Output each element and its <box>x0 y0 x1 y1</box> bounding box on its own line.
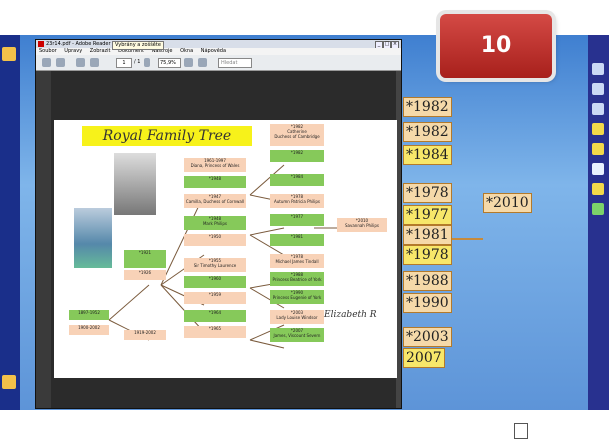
print-icon[interactable] <box>42 58 51 67</box>
node-andrew: *1960 <box>184 276 246 288</box>
adobe-reader-window: 23r14.pdf - Adobe Reader _ □ × Soubor Úp… <box>35 39 402 409</box>
year-label[interactable]: *1984 <box>403 145 452 165</box>
fit-page-icon[interactable] <box>184 58 193 67</box>
reader-toolbar: 1 / 1 75,9% Hledat <box>36 55 401 71</box>
find-input[interactable]: Hledat <box>218 58 252 68</box>
node-1921: *1921 <box>124 250 166 268</box>
node-william: *1982 <box>270 150 324 162</box>
left-toolbar <box>0 35 20 410</box>
menu-file[interactable]: Soubor <box>39 48 57 54</box>
year-label[interactable]: *1982 <box>403 97 452 117</box>
comment-icon[interactable] <box>198 58 207 67</box>
year-label[interactable]: *1981 <box>403 225 452 245</box>
year-label[interactable]: *2003 <box>403 327 452 347</box>
tool-icon[interactable] <box>592 83 604 95</box>
zoom-field[interactable]: 75,9% <box>158 58 181 68</box>
node-sarah: *1959 <box>184 292 246 304</box>
node-1900: 1900-2002 <box>69 325 109 335</box>
node-diana: 1961-1997 Diana, Princess of Wales <box>184 158 246 172</box>
node-timothy: *1955 Sir Timothy Laurence <box>184 258 246 272</box>
menu-view[interactable]: Zobrazit <box>90 48 111 54</box>
maximize-button[interactable]: □ <box>383 41 391 48</box>
node-louise: *2003 Lady Louise Windsor <box>270 310 324 324</box>
menu-bar: Soubor Úpravy Zobrazit Dokument Nástroje… <box>36 48 401 55</box>
tool-icon[interactable] <box>592 63 604 75</box>
year-label[interactable]: *1977 <box>403 205 452 225</box>
node-1952: 1897-1952 <box>69 310 109 320</box>
zoom-out-icon[interactable] <box>144 58 150 67</box>
node-peter: *1977 <box>270 214 324 226</box>
year-label[interactable]: *1982 <box>403 122 452 142</box>
page-total: / 1 <box>134 59 141 65</box>
node-camilla: *1947 Camilla, Duchess of Cornwall <box>184 194 246 208</box>
year-label[interactable]: *2010 <box>483 193 532 213</box>
pdf-page: Royal Family Tree 1897-1952 1900-2002 *1… <box>54 120 397 378</box>
node-anne: *1950 <box>184 234 246 246</box>
tool-icon[interactable] <box>592 203 604 215</box>
reader-sidebar <box>36 71 51 408</box>
node-1926: *1926 <box>124 270 166 280</box>
desktop-area: 23r14.pdf - Adobe Reader _ □ × Soubor Úp… <box>0 35 609 439</box>
slide-number: 10 <box>480 33 512 58</box>
node-charles: *1948 <box>184 176 246 188</box>
window-title: 23r14.pdf - Adobe Reader <box>46 41 111 47</box>
tool-icon[interactable] <box>592 103 604 115</box>
document-icon[interactable] <box>514 423 528 439</box>
menu-help[interactable]: Nápověda <box>201 48 226 54</box>
close-button[interactable]: × <box>391 41 399 48</box>
year-label[interactable]: *1988 <box>403 271 452 291</box>
node-mike: *1978 Michael James Tindall <box>270 254 324 268</box>
node-autumn: *1978 Autumn Patricia Philips <box>270 194 324 208</box>
node-harry: *1984 <box>270 174 324 186</box>
folder-icon[interactable] <box>2 375 16 389</box>
reader-titlebar: 23r14.pdf - Adobe Reader _ □ × <box>36 40 401 48</box>
page-prev-icon[interactable] <box>76 58 85 67</box>
year-label[interactable]: *1978 <box>403 245 452 265</box>
signature: Elizabeth R <box>324 310 377 320</box>
page-number-input[interactable]: 1 <box>116 58 132 68</box>
node-eugenie: *1990 Princess Eugenie of York <box>270 290 324 304</box>
pen-icon[interactable] <box>592 123 604 135</box>
node-prince-philip: 1919-2002 <box>124 330 166 340</box>
tree-title: Royal Family Tree <box>82 126 252 146</box>
menu-window[interactable]: Okna <box>180 48 193 54</box>
year-label[interactable]: 2007 <box>403 348 445 368</box>
tooltip: Vybrány a zoššěte <box>112 41 164 50</box>
eraser-icon[interactable] <box>592 183 604 195</box>
adobe-icon <box>38 41 44 47</box>
right-toolbar <box>588 35 609 410</box>
page-next-icon[interactable] <box>90 58 99 67</box>
share-icon[interactable] <box>56 58 65 67</box>
queen-portrait-old <box>74 208 112 268</box>
year-label[interactable]: *1978 <box>403 183 452 203</box>
slide-number-callout: 10 <box>440 14 552 78</box>
minimize-button[interactable]: _ <box>375 41 383 48</box>
highlighter-icon[interactable] <box>592 143 604 155</box>
node-sophie: *1965 <box>184 326 246 338</box>
queen-portrait-young <box>114 153 156 215</box>
node-savannah: *2010 Savannah Philips <box>337 218 387 232</box>
node-edward: *1964 <box>184 310 246 322</box>
year-label[interactable]: *1990 <box>403 293 452 313</box>
node-beatrice: *1988 Princess Beatrice of York <box>270 272 324 286</box>
menu-edit[interactable]: Úpravy <box>64 48 82 54</box>
node-james: *2007 James, Viscount Severn <box>270 328 324 342</box>
tool-icon[interactable] <box>592 163 604 175</box>
node-catherine: *1982 Catherine Duchess of Cambridge <box>270 124 324 146</box>
node-mark: *1948 Mark Philips <box>184 216 246 230</box>
node-zara: *1981 <box>270 234 324 246</box>
tool-icon[interactable] <box>2 47 16 61</box>
